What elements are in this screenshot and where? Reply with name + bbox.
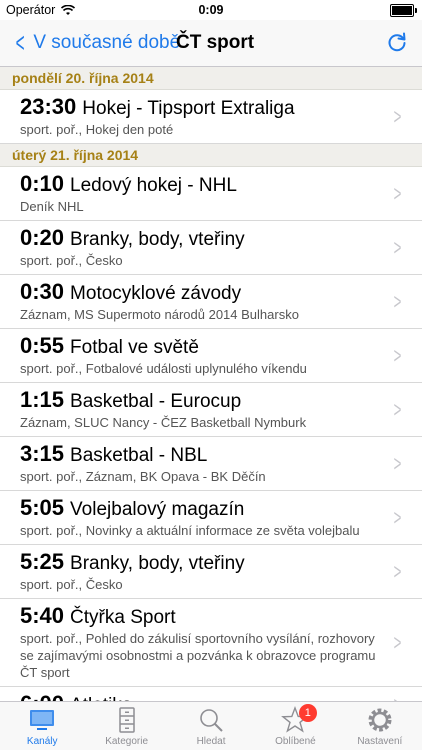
search-icon	[200, 709, 223, 732]
tab-label: Oblíbené	[275, 736, 316, 747]
tab-label: Hledat	[196, 736, 226, 747]
program-title: Motocyklové závody	[70, 283, 242, 304]
program-title: Basketbal - Eurocup	[70, 391, 242, 412]
program-heading: 1:15 Basketbal - Eurocup	[20, 388, 382, 414]
program-title: Hokej - Tipsport Extraliga	[82, 98, 295, 119]
program-description: Deník NHL	[20, 199, 84, 214]
tab-label: Kanály	[26, 736, 58, 747]
chevron-right-icon: >	[393, 288, 402, 314]
program-heading: 5:40 Čtyřka Sport	[20, 604, 382, 630]
chevron-right-icon: >	[393, 629, 402, 655]
tab-bar: Kanály Kategorie Hledat Oblíbené 1 Nastavení	[0, 701, 422, 750]
chevron-right-icon: >	[393, 103, 402, 129]
tab-label: Nastavení	[357, 736, 403, 747]
program-time: 5:05	[20, 495, 65, 520]
program-time: 3:15	[20, 441, 65, 466]
program-title: Branky, body, vteřiny	[70, 553, 245, 574]
gear-icon	[368, 708, 392, 732]
status-bar: Operátor 0:09	[0, 0, 422, 20]
tab-label: Kategorie	[105, 736, 149, 747]
program-row[interactable]: 3:15 Basketbal - NBL sport. poř., Záznam, …	[0, 437, 422, 491]
chevron-right-icon: >	[393, 342, 402, 368]
program-row[interactable]: 0:20 Branky, body, vteřiny sport. poř., Če…	[0, 221, 422, 275]
program-description: sport. poř., Záznam, BK Opava - BK Děčín	[20, 469, 266, 484]
chevron-right-icon: >	[393, 504, 402, 530]
program-heading: 5:25 Branky, body, vteřiny	[20, 550, 382, 576]
back-label: V současné době	[33, 32, 181, 53]
program-heading: 5:05 Volejbalový magazín	[20, 496, 382, 522]
program-title: Branky, body, vteřiny	[70, 229, 245, 250]
tab-monitor[interactable]: Kanály	[0, 702, 84, 750]
chevron-right-icon: >	[393, 234, 402, 260]
program-time: 0:10	[20, 171, 65, 196]
program-row[interactable]: 1:15 Basketbal - Eurocup Záznam, SLUC Nanc…	[0, 383, 422, 437]
program-row[interactable]: 5:40 Čtyřka Sport sport. poř., Pohled do z…	[0, 599, 422, 687]
program-row[interactable]: 5:25 Branky, body, vteřiny sport. poř., Če…	[0, 545, 422, 599]
schedule-list[interactable]: pondělí 20. října 2014 23:30 Hokej - Tipsp…	[0, 67, 422, 704]
chevron-right-icon: >	[393, 450, 402, 476]
program-time: 23:30	[20, 94, 77, 119]
program-row[interactable]: 0:10 Ledový hokej - NHL Deník NHL >	[0, 167, 422, 221]
program-heading: 0:10 Ledový hokej - NHL	[20, 172, 382, 198]
program-description: sport. poř., Fotbalové události uplynulé…	[20, 361, 307, 376]
program-time: 0:55	[20, 333, 65, 358]
back-button[interactable]: < V současné době	[12, 27, 181, 58]
program-title: Čtyřka Sport	[70, 607, 176, 628]
program-description: Záznam, SLUC Nancy - ČEZ Basketball Nymb…	[20, 415, 307, 430]
chevron-right-icon: >	[393, 180, 402, 206]
chevron-right-icon: >	[393, 396, 402, 422]
program-time: 5:25	[20, 549, 65, 574]
chevron-left-icon: <	[15, 27, 25, 58]
tab-gear[interactable]: Nastavení	[338, 702, 422, 750]
program-heading: 23:30 Hokej - Tipsport Extraliga	[20, 95, 382, 121]
program-row[interactable]: 0:30 Motocyklové závody Záznam, MS Supermo…	[0, 275, 422, 329]
program-row[interactable]: 23:30 Hokej - Tipsport Extraliga sport. po…	[0, 90, 422, 144]
tab-cabinet[interactable]: Kategorie	[84, 702, 168, 750]
monitor-icon	[30, 710, 55, 730]
program-time: 0:30	[20, 279, 65, 304]
program-title: Ledový hokej - NHL	[70, 175, 237, 196]
chevron-right-icon: >	[393, 558, 402, 584]
program-heading: 0:30 Motocyklové závody	[20, 280, 382, 306]
program-description: sport. poř., Česko	[20, 577, 123, 592]
program-time: 5:40	[20, 603, 65, 628]
program-title: Basketbal - NBL	[70, 445, 208, 466]
cabinet-icon	[118, 707, 135, 733]
program-title: Fotbal ve světě	[70, 337, 199, 358]
program-title: Volejbalový magazín	[70, 499, 245, 520]
navigation-bar: < V současné době ČT sport	[0, 20, 422, 67]
tab-search[interactable]: Hledat	[169, 702, 253, 750]
refresh-icon[interactable]	[386, 31, 408, 53]
battery-icon	[390, 4, 417, 17]
notification-badge: 1	[298, 704, 317, 722]
program-row[interactable]: 5:05 Volejbalový magazín sport. poř., Novi…	[0, 491, 422, 545]
section-header: pondělí 20. října 2014	[0, 67, 422, 90]
page-title: ČT sport	[176, 32, 255, 53]
section-header: úterý 21. října 2014	[0, 144, 422, 167]
program-description: sport. poř., Pohled do zákulisí sportovn…	[20, 631, 376, 680]
program-heading: 0:55 Fotbal ve světě	[20, 334, 382, 360]
program-time: 1:15	[20, 387, 65, 412]
program-heading: 3:15 Basketbal - NBL	[20, 442, 382, 468]
status-time: 0:09	[198, 3, 224, 17]
program-row[interactable]: 0:55 Fotbal ve světě sport. poř., Fotbalov…	[0, 329, 422, 383]
tab-star[interactable]: Oblíbené 1	[253, 702, 337, 750]
program-description: Záznam, MS Supermoto národů 2014 Bulhars…	[20, 307, 299, 322]
program-description: sport. poř., Hokej den poté	[20, 122, 174, 137]
program-time: 0:20	[20, 225, 65, 250]
program-heading: 0:20 Branky, body, vteřiny	[20, 226, 382, 252]
program-description: sport. poř., Novinky a aktuální informac…	[20, 523, 360, 538]
program-description: sport. poř., Česko	[20, 253, 123, 268]
